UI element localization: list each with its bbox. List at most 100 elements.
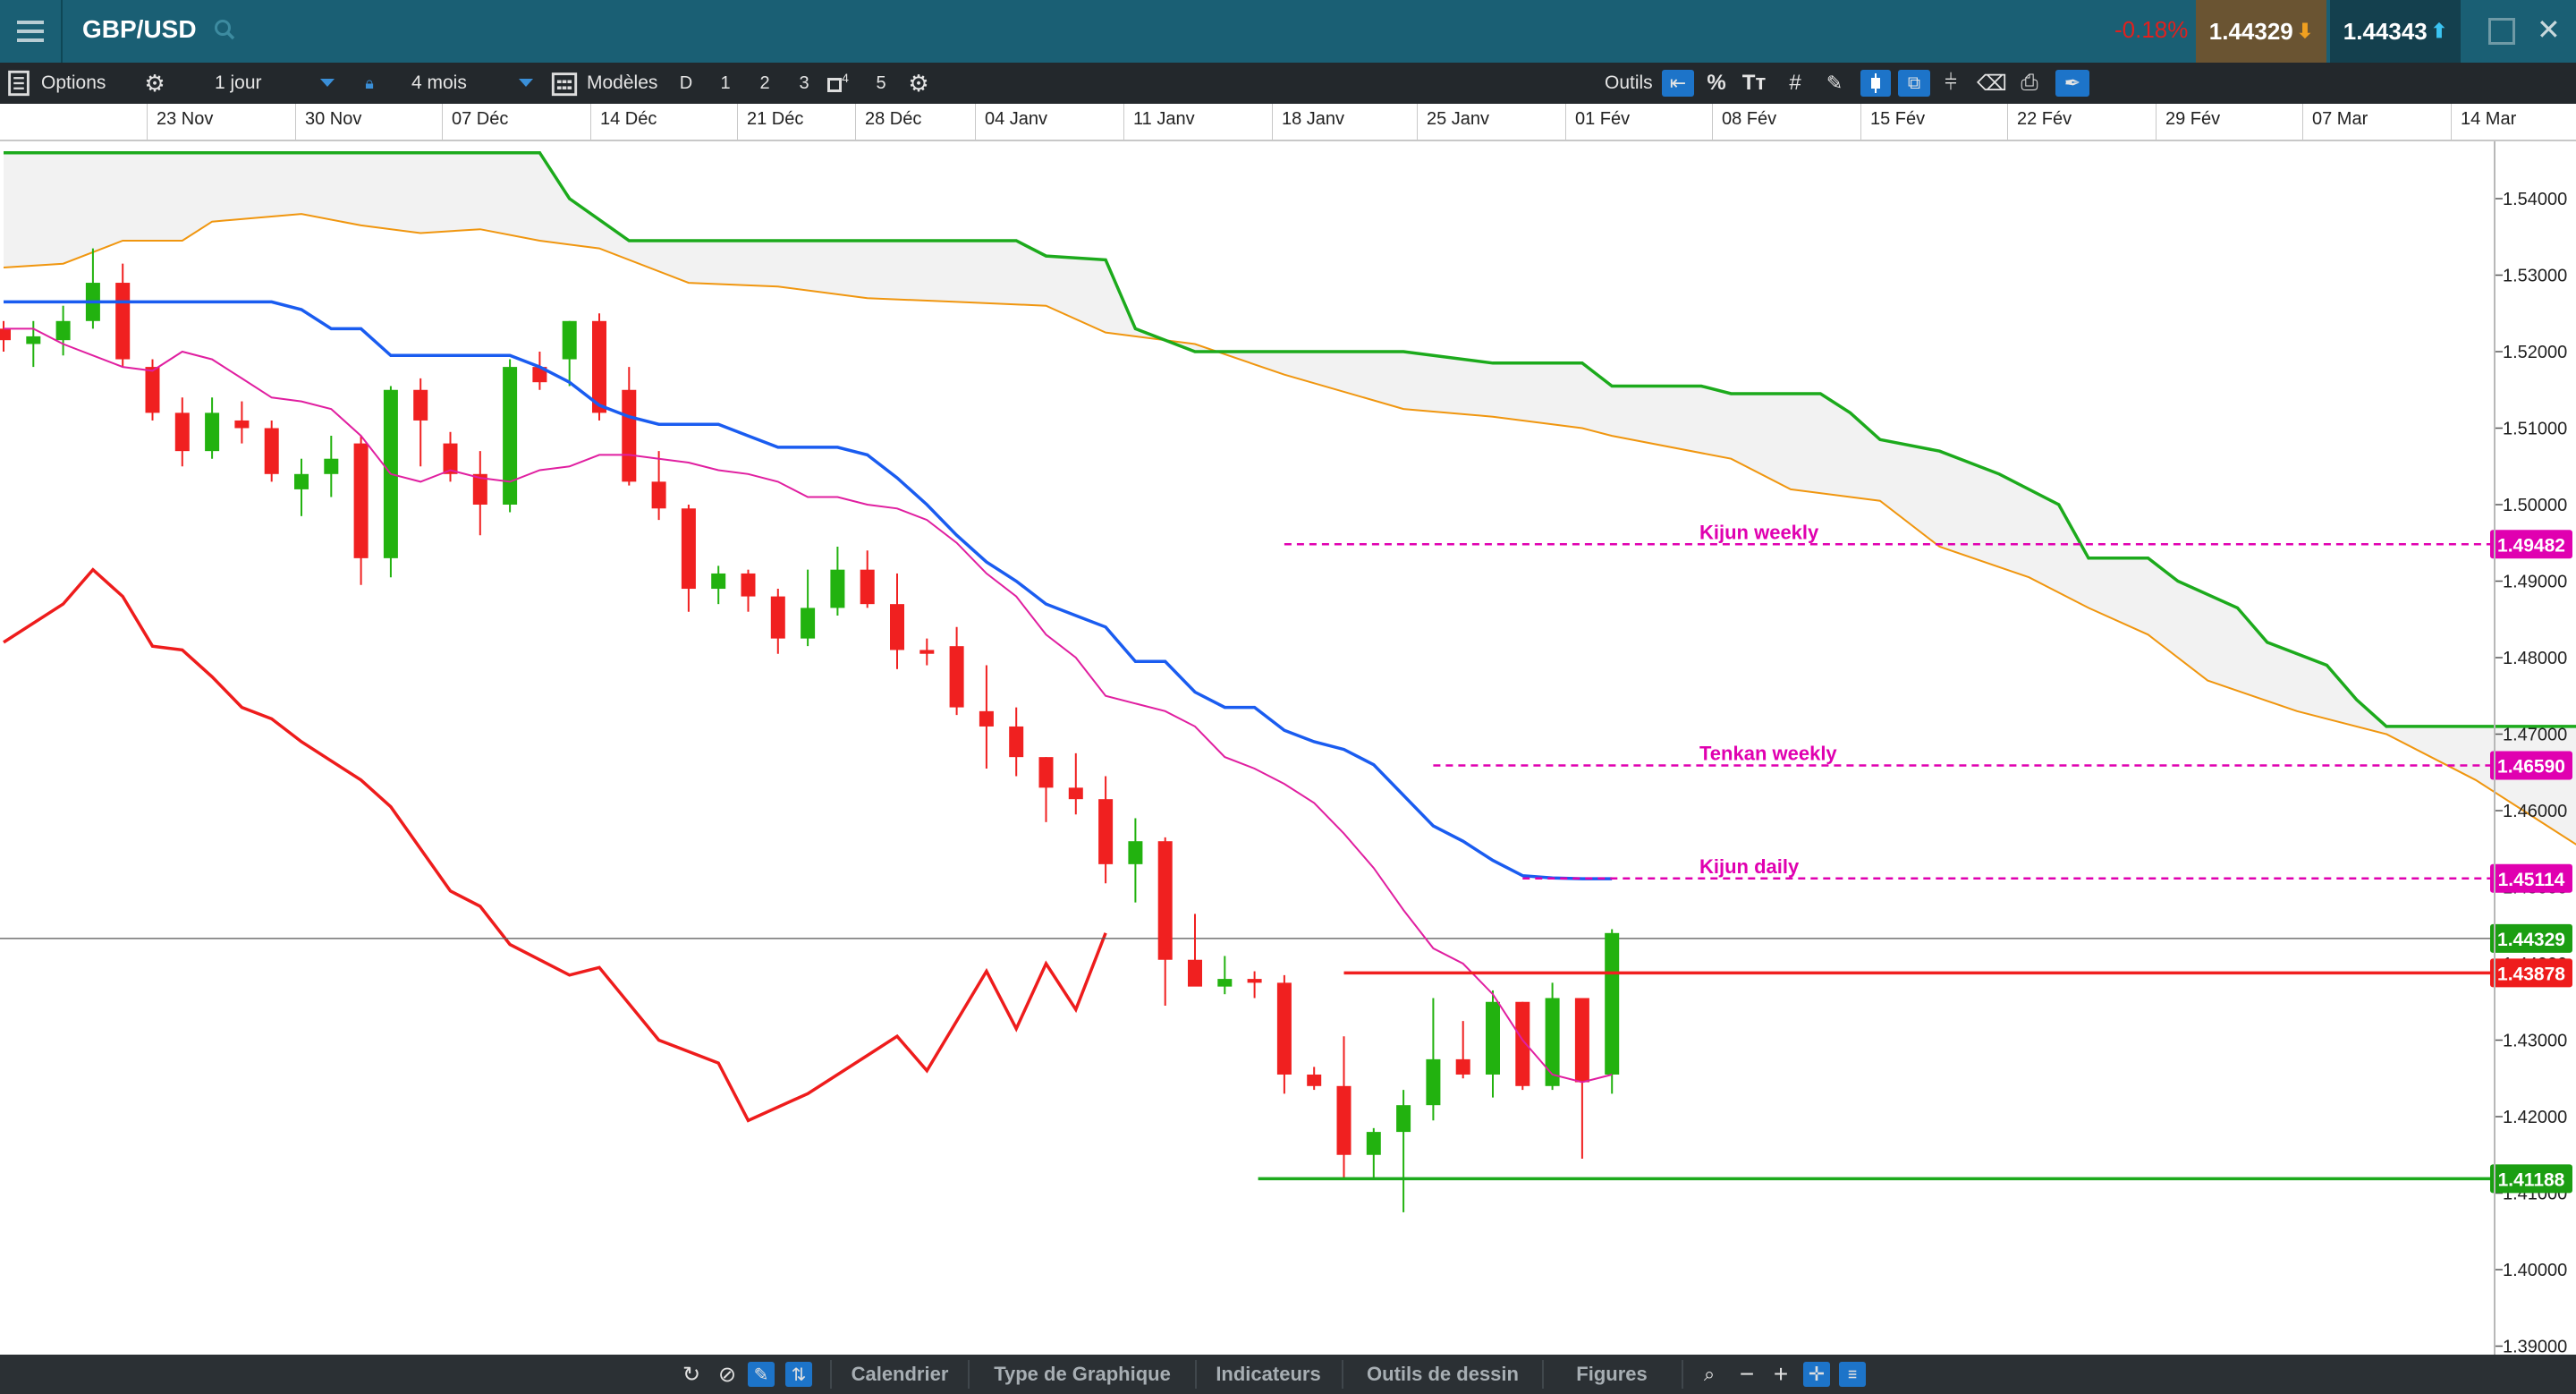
chevron-down-icon[interactable] [519, 79, 533, 87]
lock-icon[interactable]: 🔒︎ [356, 70, 383, 97]
model-button-2[interactable]: 2 [751, 70, 778, 97]
bearish-candle [443, 431, 458, 482]
zoom-out-icon[interactable]: − [1733, 1360, 1760, 1388]
hamburger-icon [17, 30, 44, 33]
bullish-candle [1366, 1127, 1381, 1178]
date-tick-label: 28 Déc [855, 104, 975, 141]
bearish-candle [1157, 837, 1173, 1007]
print-icon[interactable]: ⎙ [2016, 70, 2043, 97]
candle-body [801, 608, 816, 639]
eraser-icon[interactable]: ⌫ [1977, 70, 2007, 97]
close-icon[interactable]: ✕ [2537, 13, 2561, 47]
pencil-crosshair-icon[interactable]: ✎ [1821, 70, 1848, 97]
date-tick-label: 01 Fév [1565, 104, 1712, 141]
trend-lines-icon[interactable]: ⫩ [1937, 70, 1964, 97]
chevron-down-icon[interactable] [320, 79, 335, 87]
zoom-in-icon[interactable]: + [1767, 1360, 1794, 1388]
menu-button[interactable] [0, 0, 63, 63]
candle-body [770, 596, 785, 639]
tab-chart-type[interactable]: Type de Graphique [971, 1355, 1193, 1394]
bearish-candle [890, 573, 904, 669]
grid-icon[interactable]: # [1782, 70, 1809, 97]
zoom-search-icon[interactable]: ⌕ [1696, 1362, 1723, 1387]
interval-select[interactable]: 1 jour [215, 63, 262, 104]
instrument-name[interactable]: GBP/USD [82, 15, 197, 44]
model-button-3[interactable]: 3 [791, 70, 818, 97]
price-chart[interactable]: Kijun weekly Tenkan weekly Kijun daily 1.54… [0, 141, 2576, 1355]
date-tick-label: 07 Déc [442, 104, 590, 141]
tab-figures[interactable]: Figures [1546, 1355, 1678, 1394]
price-badge-label: 1.49482 [2497, 535, 2565, 556]
options-menu[interactable]: Options [41, 63, 106, 104]
notebook-icon[interactable] [5, 70, 32, 97]
bullish-candle [1128, 818, 1143, 903]
tab-indicators[interactable]: Indicateurs [1199, 1355, 1338, 1394]
date-tick-label: 22 Fév [2007, 104, 2156, 141]
bullish-candle [1486, 990, 1500, 1098]
candle-body [503, 367, 518, 505]
separator [1195, 1360, 1197, 1389]
bearish-candle [919, 638, 935, 666]
settings-gear-icon[interactable]: ⚙ [905, 70, 932, 97]
date-tick-label: 15 Fév [1860, 104, 2007, 141]
bearish-candle [1009, 707, 1024, 777]
bearish-candle [741, 569, 756, 612]
calendar-icon[interactable] [551, 70, 578, 97]
layers-icon[interactable]: ⧉ [1898, 70, 1930, 97]
kijun-weekly-label: Kijun weekly [1699, 521, 1819, 543]
candle-body [353, 443, 369, 558]
reset-icon[interactable]: ⊘ [714, 1362, 741, 1387]
separator [1542, 1360, 1544, 1389]
scroll-arrows-icon[interactable]: ⇅ [785, 1362, 812, 1387]
date-tick-label: 04 Janv [975, 104, 1123, 141]
percent-icon[interactable]: % [1703, 70, 1730, 97]
bullish-candle [830, 547, 845, 616]
model-button-1[interactable]: 1 [712, 70, 739, 97]
tools-label: Outils [1605, 72, 1653, 93]
model-button-5[interactable]: 5 [868, 70, 894, 97]
date-tick-label: 14 Mar [2451, 104, 2576, 141]
sell-price-button[interactable]: 1.44329 ⬇ [2196, 0, 2326, 63]
date-axis: 23 Nov 30 Nov 07 Déc 14 Déc 21 Déc 28 Déc 04 J… [0, 104, 2576, 141]
price-label-icon[interactable]: ☰ [1839, 1362, 1866, 1387]
model-button-d[interactable]: D [673, 70, 699, 97]
crosshair-icon[interactable]: ✛ [1803, 1362, 1830, 1387]
model-button-4[interactable]: 4 [825, 70, 852, 97]
tab-calendar[interactable]: Calendrier [834, 1355, 966, 1394]
candle-body [860, 569, 875, 605]
price-tick-label: 1.48000 [2503, 649, 2567, 668]
candle-body [1396, 1105, 1411, 1133]
candle-body [55, 320, 71, 341]
draw-pencil-icon[interactable]: ✎ [748, 1362, 775, 1387]
detach-window-icon[interactable] [2488, 18, 2515, 45]
search-icon[interactable] [213, 18, 236, 41]
price-tick-label: 1.51000 [2503, 420, 2567, 439]
bearish-candle [1455, 1021, 1470, 1079]
bullish-candle [711, 565, 726, 605]
bearish-candle [353, 436, 369, 585]
bullish-candle [55, 305, 71, 356]
price-badge-1.49482: 1.49482 [2490, 530, 2572, 559]
bearish-candle [949, 626, 964, 716]
arrow-up-icon: ⬆ [2430, 20, 2448, 42]
ichimoku-cloud [4, 152, 2576, 845]
refresh-icon[interactable]: ↻ [678, 1362, 705, 1387]
bullish-candle [1217, 956, 1233, 995]
bearish-candle [1247, 971, 1262, 999]
date-tick-label: 25 Janv [1417, 104, 1565, 141]
bearish-candle [1068, 752, 1083, 815]
drawing-tools-icon[interactable]: ✒ [2055, 70, 2089, 97]
date-tick-label: 18 Janv [1272, 104, 1417, 141]
tab-drawing-tools[interactable]: Outils de dessin [1345, 1355, 1540, 1394]
arrow-left-icon[interactable]: ⇤ [1662, 70, 1694, 97]
tenkan-weekly-label: Tenkan weekly [1699, 743, 1837, 765]
bearish-candle [1188, 914, 1202, 987]
candle-body [711, 573, 726, 590]
candle-body [26, 336, 41, 344]
settings-gear-icon[interactable]: ⚙ [141, 70, 168, 97]
text-size-icon[interactable]: Tᴛ [1741, 70, 1767, 97]
candlestick-icon[interactable] [1860, 70, 1891, 97]
period-select[interactable]: 4 mois [411, 63, 467, 104]
bullish-candle [1605, 929, 1620, 1094]
buy-price-button[interactable]: 1.44343 ⬆ [2330, 0, 2461, 63]
